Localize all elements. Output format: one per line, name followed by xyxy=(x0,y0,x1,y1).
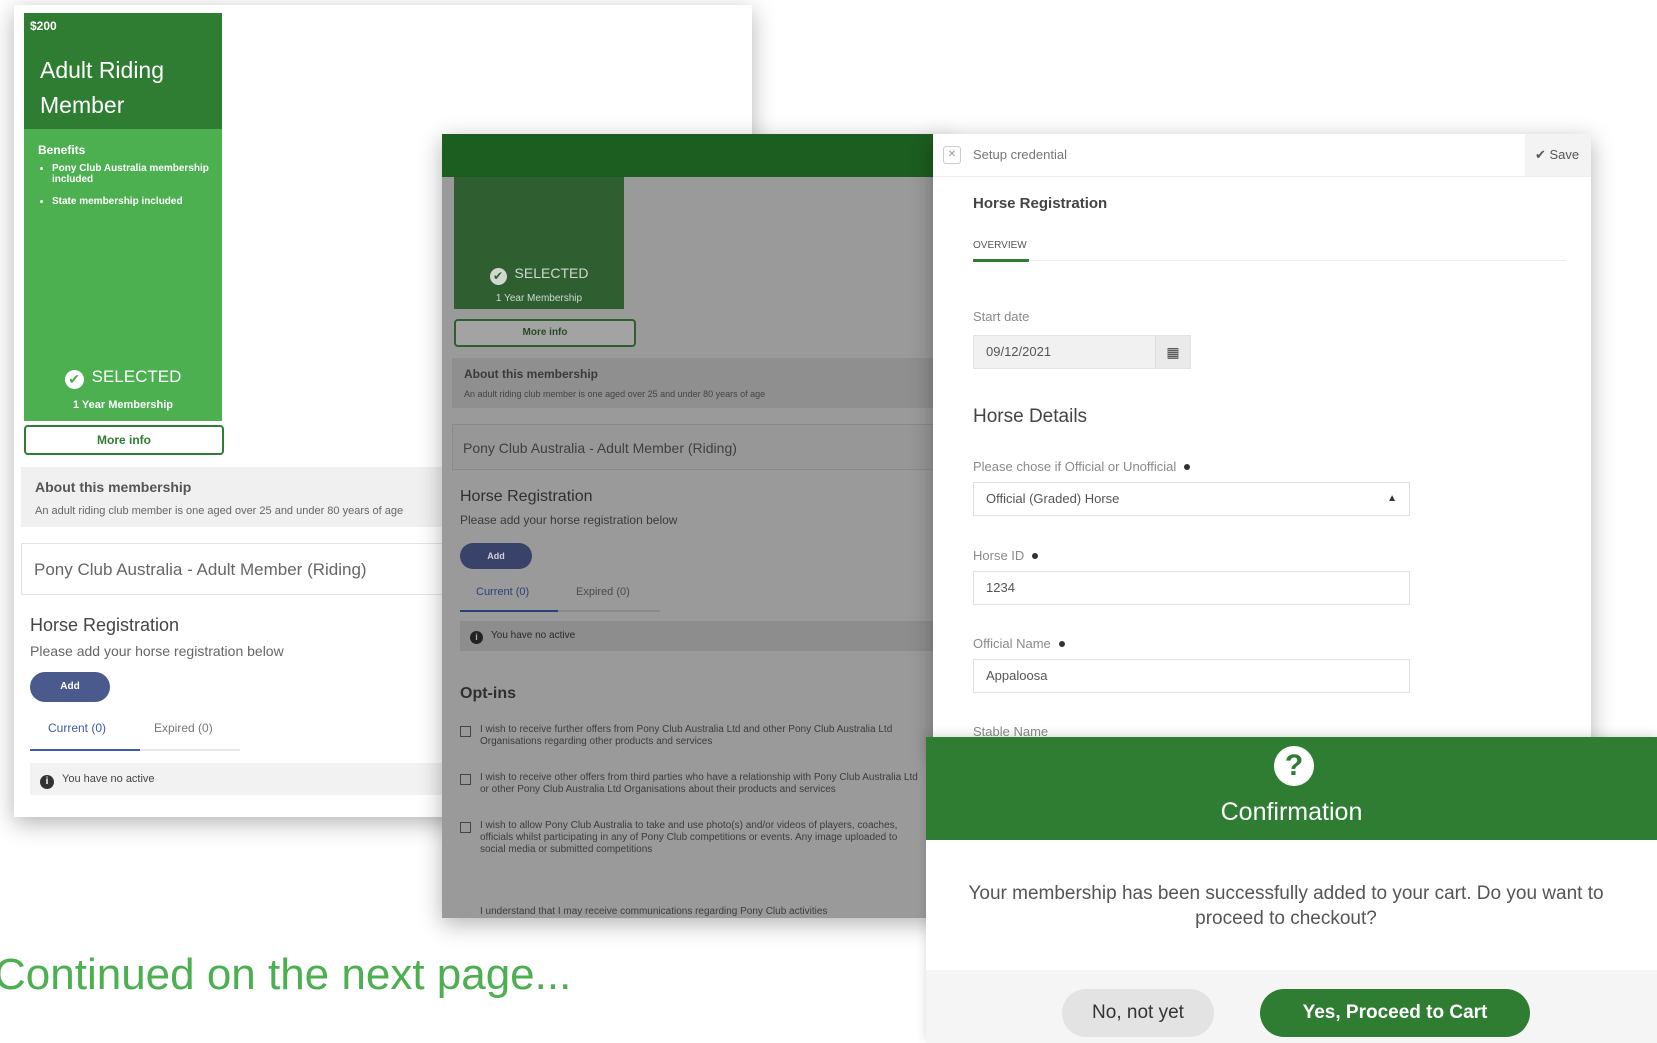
info-icon: i xyxy=(40,775,54,789)
about-membership: About this membership An adult riding cl… xyxy=(452,358,947,408)
official-label: Please chose if Official or Unofficial xyxy=(973,459,1191,474)
check-icon: ✔ xyxy=(1535,147,1550,162)
tab-current[interactable]: Current (0) xyxy=(476,586,529,598)
official-select-value: Official (Graded) Horse xyxy=(986,491,1120,506)
optin-last-text: I understand that I may receive communic… xyxy=(480,906,828,917)
dialog-title: Confirmation xyxy=(1220,798,1363,826)
required-dot-icon xyxy=(1184,464,1191,470)
header-bar xyxy=(442,134,947,177)
no-not-yet-button[interactable]: No, not yet xyxy=(1062,989,1214,1037)
toolbar-title: Setup credential xyxy=(973,147,1067,162)
continued-note: Continued on the next page... xyxy=(0,950,572,999)
about-heading: About this membership xyxy=(464,367,599,381)
product-name[interactable]: Pony Club Australia - Adult Member (Ridi… xyxy=(452,424,947,470)
horse-registration-subtitle: Please add your horse registration below xyxy=(460,513,678,527)
membership-price: $200 xyxy=(30,19,57,33)
more-info-button[interactable]: More info xyxy=(24,425,224,455)
membership-card[interactable]: ✔ SELECTED 1 Year Membership xyxy=(454,177,624,309)
proceed-to-cart-button[interactable]: Yes, Proceed to Cart xyxy=(1260,989,1530,1037)
about-text: An adult riding club member is one aged … xyxy=(35,505,404,517)
start-date-label: Start date xyxy=(973,309,1030,324)
horse-registration-heading: Horse Registration xyxy=(30,615,180,635)
dialog-header: ? Confirmation xyxy=(926,737,1657,840)
horse-registration-subtitle: Please add your horse registration below xyxy=(30,643,284,659)
horse-registration-form: ✕ Setup credential ✔ Save Horse Registra… xyxy=(933,134,1591,754)
add-button[interactable]: Add xyxy=(30,672,110,702)
save-button[interactable]: ✔ Save xyxy=(1525,134,1591,176)
start-date-field[interactable]: 09/12/2021 ▦ xyxy=(973,335,1191,369)
required-dot-icon xyxy=(1058,641,1065,647)
horse-details-heading: Horse Details xyxy=(973,406,1088,427)
dialog-message: Your membership has been successfully ad… xyxy=(968,883,1604,929)
calendar-icon[interactable]: ▦ xyxy=(1155,336,1190,368)
membership-term: 1 Year Membership xyxy=(72,399,174,411)
membership-card-body[interactable]: Benefits Pony Club Australia membership … xyxy=(24,129,222,421)
optin-checkbox[interactable] xyxy=(460,726,471,737)
optins-heading: Opt-ins xyxy=(460,685,516,702)
selected-label: SELECTED xyxy=(91,367,182,386)
tab-expired[interactable]: Expired (0) xyxy=(154,721,213,735)
about-text: An adult riding club member is one aged … xyxy=(464,389,766,399)
benefit-item: Pony Club Australia membership included xyxy=(52,163,222,185)
membership-card-title: Adult Riding Member xyxy=(40,57,165,118)
check-circle-icon: ✔ xyxy=(64,370,84,389)
confirmation-dialog: ? Confirmation Your membership has been … xyxy=(926,737,1657,1043)
form-toolbar: ✕ Setup credential ✔ Save xyxy=(933,134,1591,177)
info-icon: i xyxy=(470,631,483,644)
official-name-label: Official Name xyxy=(973,636,1065,651)
no-active-text: You have no active xyxy=(62,773,155,785)
start-date-value: 09/12/2021 xyxy=(986,344,1052,359)
optin-checkbox[interactable] xyxy=(460,822,471,833)
optin-text: I wish to allow Pony Club Australia to t… xyxy=(480,820,898,855)
more-info-button[interactable]: More info xyxy=(454,319,636,347)
tab-overview[interactable]: OVERVIEW xyxy=(973,240,1027,251)
about-heading: About this membership xyxy=(35,479,192,495)
form-title: Horse Registration xyxy=(973,195,1108,212)
membership-panel-dimmed: ✔ SELECTED 1 Year Membership More info Ab… xyxy=(442,134,947,918)
selected-indicator: ✔ SELECTED xyxy=(24,367,222,389)
membership-card-header[interactable]: $200 Adult Riding Member xyxy=(24,13,222,129)
benefit-item: State membership included xyxy=(52,196,222,207)
tab-expired[interactable]: Expired (0) xyxy=(576,586,630,598)
official-name-input[interactable]: Appaloosa xyxy=(973,659,1410,693)
check-circle-icon: ✔ xyxy=(489,268,507,285)
select-arrows-icon: ▲ xyxy=(1387,493,1397,504)
no-active-text: You have no active xyxy=(491,630,576,641)
no-active-message: i You have no active xyxy=(460,621,947,651)
optin-checkbox[interactable] xyxy=(460,774,471,785)
tab-current[interactable]: Current (0) xyxy=(48,721,106,735)
horse-id-label: Horse ID xyxy=(973,548,1039,563)
optin-text: I wish to receive further offers from Po… xyxy=(480,724,893,747)
selected-indicator: ✔ SELECTED xyxy=(454,265,624,285)
required-dot-icon xyxy=(1032,553,1039,559)
question-icon: ? xyxy=(1274,746,1314,786)
membership-term: 1 Year Membership xyxy=(495,293,583,304)
optin-text: I wish to receive other offers from thir… xyxy=(480,772,918,795)
add-button[interactable]: Add xyxy=(460,543,532,569)
horse-id-input[interactable]: 1234 xyxy=(973,571,1410,605)
official-select[interactable]: Official (Graded) Horse ▲ xyxy=(973,482,1410,516)
horse-registration-heading: Horse Registration xyxy=(460,488,593,505)
tab-indicator xyxy=(973,259,1566,262)
selected-label: SELECTED xyxy=(514,265,589,281)
close-icon[interactable]: ✕ xyxy=(943,146,961,164)
tab-indicator xyxy=(460,610,660,612)
benefits-list: Pony Club Australia membership included … xyxy=(38,163,222,218)
benefits-heading: Benefits xyxy=(38,143,86,157)
tab-indicator xyxy=(30,749,240,751)
